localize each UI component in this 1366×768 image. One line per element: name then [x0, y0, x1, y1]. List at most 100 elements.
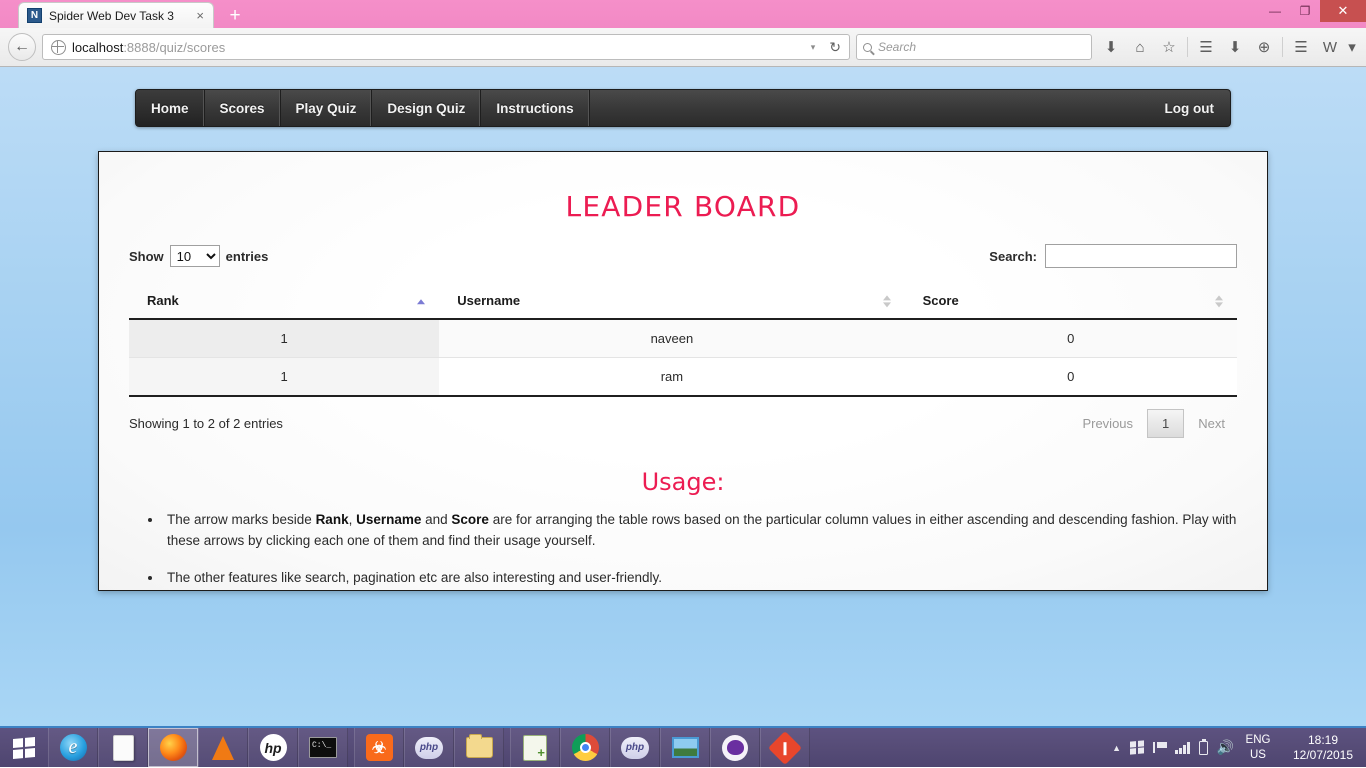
taskbar-item-chrome[interactable] — [560, 728, 610, 767]
vlc-cone-icon — [212, 735, 234, 760]
taskbar-item-php[interactable]: php — [610, 728, 660, 767]
flag-notification-icon[interactable] — [1153, 742, 1168, 753]
usage-text-mid2: and — [421, 512, 452, 527]
pagination-next-button[interactable]: Next — [1186, 409, 1237, 438]
taskbar-clock[interactable]: 18:19 12/07/2015 — [1282, 733, 1358, 763]
taskbar-item-file-explorer[interactable] — [454, 728, 504, 767]
home-icon[interactable]: ⌂ — [1127, 33, 1153, 61]
taskbar-item-git[interactable] — [760, 728, 810, 767]
logout-button[interactable]: Log out — [1149, 90, 1230, 126]
usage-list: The arrow marks beside Rank, Username an… — [163, 510, 1237, 589]
column-header-score[interactable]: Score — [904, 285, 1237, 320]
toolbar-divider — [1282, 37, 1283, 57]
column-header-rank-label: Rank — [147, 293, 179, 308]
column-header-username[interactable]: Username — [439, 285, 905, 320]
sync-globe-icon[interactable]: ⊕ — [1251, 33, 1277, 61]
reading-list-icon[interactable]: ☰ — [1193, 33, 1219, 61]
back-button-icon[interactable]: ← — [8, 33, 36, 61]
download-icon[interactable]: ⬇ — [1098, 33, 1124, 61]
column-header-score-label: Score — [922, 293, 959, 308]
language-line-1: ENG — [1245, 733, 1271, 746]
show-hidden-icons-icon[interactable]: ▲ — [1112, 743, 1121, 753]
column-header-rank[interactable]: Rank — [129, 285, 440, 320]
taskbar-item-vlc[interactable] — [198, 728, 248, 767]
cell-score: 0 — [904, 319, 1237, 358]
cell-rank: 1 — [129, 319, 440, 358]
cell-rank: 1 — [129, 357, 440, 397]
notepad-plus-plus-icon — [523, 734, 547, 761]
nav-item-design-quiz[interactable]: Design Quiz — [372, 90, 482, 126]
sort-both-icon — [882, 294, 891, 307]
nav-item-home[interactable]: Home — [136, 90, 205, 126]
nav-item-scores[interactable]: Scores — [205, 90, 281, 126]
profile-caret-icon[interactable]: ▾ — [1346, 33, 1358, 61]
entries-per-page-select[interactable]: 102550100 — [169, 245, 220, 267]
chevron-down-icon[interactable]: ▾ — [807, 42, 820, 53]
usage-text-mid1: , — [348, 512, 357, 527]
list-item: The arrow marks beside Rank, Username an… — [163, 510, 1237, 552]
firefox-icon — [159, 734, 187, 761]
leaderboard-table: Rank Username Score 1 naveen 0 1 ram 0 — [129, 285, 1237, 397]
github-cat-icon — [722, 734, 748, 761]
sort-ascending-icon — [417, 298, 426, 304]
table-search-control: Search: — [989, 244, 1237, 268]
address-bar[interactable]: localhost:8888/quiz/scores ▾ ↻ — [42, 34, 850, 60]
taskbar-item-hp-support[interactable]: hp — [248, 728, 298, 767]
taskbar-item-internet-explorer[interactable] — [48, 728, 98, 767]
window-close-button[interactable]: ✕ — [1320, 0, 1366, 22]
nav-item-play-quiz[interactable]: Play Quiz — [281, 90, 373, 126]
new-tab-button[interactable]: + — [224, 6, 246, 25]
taskbar-item-command-prompt[interactable]: C:\_ — [298, 728, 348, 767]
taskbar-item-document[interactable] — [98, 728, 148, 767]
toolbar-divider — [1187, 37, 1188, 57]
table-row[interactable]: 1 naveen 0 — [129, 319, 1237, 358]
battery-icon[interactable] — [1198, 738, 1208, 755]
browser-search-box[interactable]: Search — [856, 34, 1092, 60]
browser-toolbar-icons: ⬇ ⌂ ☆ ☰ ⬇ ⊕ ☰ W ▾ — [1098, 33, 1358, 61]
taskbar-item-xampp[interactable]: ☣ — [354, 728, 404, 767]
profile-logo-icon[interactable]: W — [1317, 33, 1343, 61]
menu-hamburger-icon[interactable]: ☰ — [1288, 33, 1314, 61]
taskbar-item-github[interactable] — [710, 728, 760, 767]
usage-bold-score: Score — [451, 512, 489, 527]
datatable-controls: Show 102550100 entries Search: — [129, 241, 1237, 271]
xampp-icon: ☣ — [365, 734, 393, 761]
usage-bold-rank: Rank — [315, 512, 349, 527]
table-row[interactable]: 1 ram 0 — [129, 357, 1237, 397]
network-signal-icon[interactable] — [1175, 741, 1190, 754]
taskbar-item-php-storm[interactable]: php — [404, 728, 454, 767]
php-icon: php — [621, 736, 649, 759]
nav-item-instructions[interactable]: Instructions — [481, 90, 590, 126]
browser-tab[interactable]: N Spider Web Dev Task 3 × — [18, 2, 214, 28]
search-icon — [863, 42, 872, 52]
taskbar-item-firefox[interactable] — [148, 728, 198, 767]
usage-heading: Usage: — [641, 468, 725, 496]
tab-close-icon[interactable]: × — [193, 8, 207, 23]
windows-taskbar: hp C:\_ ☣ php php ▲ 🔊 ENG US 18:19 12/07… — [0, 726, 1366, 767]
taskbar-item-photo-viewer[interactable] — [660, 728, 710, 767]
taskbar-item-notepad-plus-plus[interactable] — [510, 728, 560, 767]
document-icon — [112, 734, 134, 761]
language-indicator[interactable]: ENG US — [1243, 733, 1273, 763]
windows-logo-icon — [13, 736, 35, 759]
browser-search-placeholder: Search — [878, 40, 917, 54]
pagination-controls: Previous 1 Next — [1070, 409, 1237, 438]
pagination-page-1-button[interactable]: 1 — [1147, 409, 1185, 438]
action-center-icon[interactable] — [1130, 740, 1145, 755]
cell-score: 0 — [904, 357, 1237, 397]
url-path: :8888/quiz/scores — [123, 39, 226, 55]
address-bar-url: localhost:8888/quiz/scores — [72, 40, 801, 55]
table-search-input[interactable] — [1045, 244, 1237, 268]
window-minimize-button[interactable]: — — [1260, 0, 1290, 22]
pagination-previous-button[interactable]: Previous — [1070, 409, 1145, 438]
pocket-icon[interactable]: ⬇ — [1222, 33, 1248, 61]
browser-navigation-bar: ← localhost:8888/quiz/scores ▾ ↻ Search … — [0, 28, 1366, 67]
window-restore-button[interactable]: ❐ — [1290, 0, 1320, 22]
bookmark-star-icon[interactable]: ☆ — [1156, 33, 1182, 61]
window-controls: — ❐ ✕ — [1260, 0, 1366, 22]
reload-icon[interactable]: ↻ — [825, 39, 845, 56]
volume-icon[interactable]: 🔊 — [1217, 739, 1234, 756]
command-prompt-icon: C:\_ — [309, 737, 337, 758]
usage-text-prefix: The arrow marks beside — [167, 512, 316, 527]
windows-start-button[interactable] — [0, 728, 48, 767]
